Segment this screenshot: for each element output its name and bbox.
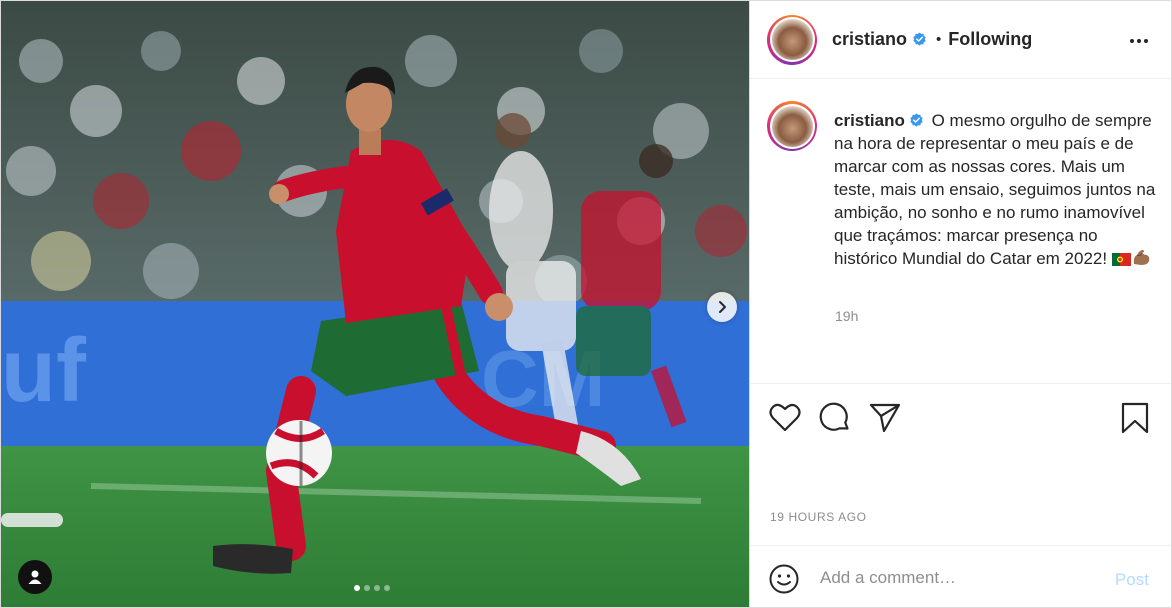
carousel-indicator: [354, 585, 390, 591]
post-comment-button[interactable]: Post: [1115, 570, 1149, 590]
smiley-icon[interactable]: [769, 564, 799, 599]
portugal-flag-emoji-icon: [1111, 249, 1131, 272]
following-button[interactable]: Following: [948, 29, 1032, 50]
bookmark-icon[interactable]: [1121, 402, 1149, 439]
username-link[interactable]: cristiano: [832, 29, 907, 50]
verified-badge-icon: [912, 32, 927, 47]
caption-age[interactable]: 19h: [835, 308, 858, 324]
comment-bubble-icon[interactable]: [819, 402, 851, 439]
post-details-panel: cristiano • Following cristiano O mesmo …: [750, 0, 1172, 608]
post-actions: [750, 383, 1171, 453]
paper-plane-icon[interactable]: [869, 402, 901, 437]
carousel-dot: [354, 585, 360, 591]
tagged-users-button[interactable]: [18, 560, 52, 594]
chevron-right-icon: [719, 301, 726, 313]
post-timestamp[interactable]: 19 HOURS AGO: [770, 510, 867, 524]
verified-badge-icon: [909, 113, 924, 128]
caption-text: cristiano O mesmo orgulho de sempre na h…: [834, 109, 1157, 272]
carousel-dot: [364, 585, 370, 591]
post-header: cristiano • Following: [750, 1, 1171, 79]
avatar: [771, 19, 813, 60]
user-tag-icon: [28, 570, 42, 584]
story-ring[interactable]: [767, 14, 817, 65]
more-options-icon[interactable]: [1129, 31, 1149, 49]
header-separator: •: [936, 31, 942, 48]
post-media[interactable]: uf CM: [0, 0, 750, 608]
caption-story-ring[interactable]: [767, 101, 817, 151]
flexed-biceps-emoji-icon: [1131, 248, 1151, 272]
svg-text:uf: uf: [1, 321, 87, 421]
post-caption: cristiano O mesmo orgulho de sempre na h…: [767, 101, 1157, 272]
heart-icon[interactable]: [769, 402, 801, 437]
carousel-next-button[interactable]: [707, 292, 737, 322]
caption-avatar: [771, 105, 813, 147]
caption-username[interactable]: cristiano: [834, 111, 905, 130]
comment-input[interactable]: [820, 566, 1090, 590]
carousel-dot: [374, 585, 380, 591]
comment-form: Post: [750, 545, 1171, 608]
caption-body: O mesmo orgulho de sempre na hora de rep…: [834, 111, 1156, 268]
post-photo: uf CM: [1, 1, 749, 607]
carousel-dot: [384, 585, 390, 591]
